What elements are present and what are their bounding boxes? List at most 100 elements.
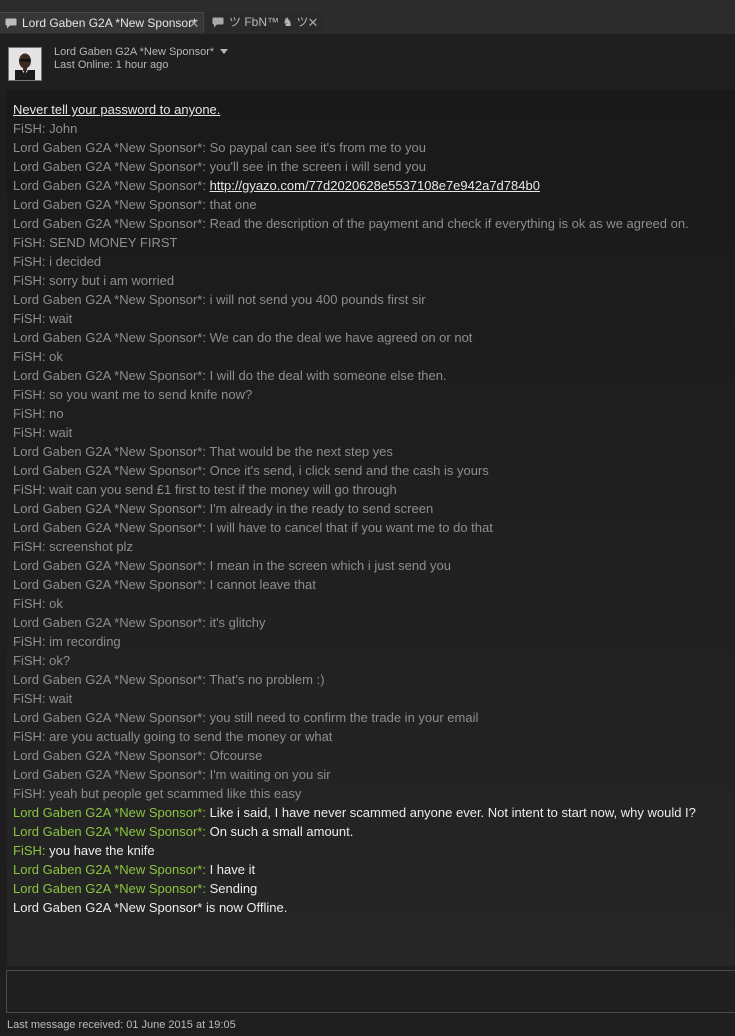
chat-message: FiSH: wait [13,689,735,708]
chat-message: Lord Gaben G2A *New Sponsor*: On such a … [13,822,735,841]
message-sender[interactable]: Lord Gaben G2A *New Sponsor* [13,672,202,687]
message-sender[interactable]: FiSH [13,425,42,440]
avatar[interactable] [8,47,42,81]
message-sender[interactable]: Lord Gaben G2A *New Sponsor* [13,615,202,630]
message-text: I will have to cancel that if you want m… [209,520,493,535]
tab-bar: Lord Gaben G2A *New Sponsor* ✕ ツ FbN™ ♞ … [0,0,735,34]
message-sender[interactable]: Lord Gaben G2A *New Sponsor* [13,140,202,155]
message-text: im recording [49,634,121,649]
message-text: wait [49,425,73,440]
chat-message: Lord Gaben G2A *New Sponsor*: I have it [13,860,735,879]
chat-message: Lord Gaben G2A *New Sponsor*: it's glitc… [13,613,735,632]
message-text: I'm waiting on you sir [209,767,331,782]
sender-separator: : [202,767,210,782]
message-sender[interactable]: FiSH [13,387,42,402]
message-text: That would be the next step yes [209,444,393,459]
message-sender[interactable]: Lord Gaben G2A *New Sponsor* [13,881,202,896]
message-text: Read the description of the payment and … [209,216,689,231]
message-sender[interactable]: FiSH [13,596,42,611]
message-text: you'll see in the screen i will send you [209,159,426,174]
message-text: wait [49,691,73,706]
message-text: SEND MONEY FIRST [49,235,178,250]
close-icon[interactable]: ✕ [188,13,200,33]
tab-label: ツ FbN™ ♞ ツ [229,15,309,29]
sender-separator: : [202,824,210,839]
message-sender[interactable]: FiSH [13,254,42,269]
message-link[interactable]: http://gyazo.com/77d2020628e5537108e7e94… [210,178,540,193]
message-sender[interactable]: FiSH [13,121,42,136]
message-text: no [49,406,64,421]
tab-fbn[interactable]: ツ FbN™ ♞ ツ ✕ [206,12,323,33]
sender-separator: : [202,501,210,516]
chat-message: Lord Gaben G2A *New Sponsor*: I will do … [13,366,735,385]
message-sender[interactable]: FiSH [13,786,42,801]
message-sender[interactable]: FiSH [13,406,42,421]
message-sender[interactable]: FiSH [13,482,42,497]
message-sender[interactable]: Lord Gaben G2A *New Sponsor* [13,159,202,174]
message-sender[interactable]: FiSH [13,235,42,250]
message-sender[interactable]: Lord Gaben G2A *New Sponsor* [13,862,202,877]
message-sender[interactable]: FiSH [13,634,42,649]
chat-message: Lord Gaben G2A *New Sponsor*: Sending [13,879,735,898]
message-text: On such a small amount. [209,824,354,839]
message-text: i decided [49,254,102,269]
sender-separator: : [202,748,210,763]
message-sender[interactable]: FiSH [13,539,42,554]
chat-message: Lord Gaben G2A *New Sponsor*: Like i sai… [13,803,735,822]
chat-message: Lord Gaben G2A *New Sponsor*: I mean in … [13,556,735,575]
chat-message: FiSH: wait [13,423,735,442]
message-text: yeah but people get scammed like this ea… [49,786,302,801]
chat-message: Lord Gaben G2A *New Sponsor*: That's no … [13,670,735,689]
message-sender[interactable]: Lord Gaben G2A *New Sponsor* [13,710,202,725]
chevron-down-icon[interactable] [220,49,228,54]
chat-message: FiSH: wait can you send £1 first to test… [13,480,735,499]
message-sender[interactable]: Lord Gaben G2A *New Sponsor* [13,501,202,516]
message-text: Sending [209,881,258,896]
message-sender[interactable]: Lord Gaben G2A *New Sponsor* [13,463,202,478]
message-text: I mean in the screen which i just send y… [209,558,451,573]
sender-separator: : [202,463,210,478]
message-sender[interactable]: Lord Gaben G2A *New Sponsor* [13,577,202,592]
message-list: FiSH: John Lord Gaben G2A *New Sponsor*: … [13,119,735,898]
friend-name[interactable]: Lord Gaben G2A *New Sponsor* [54,46,214,58]
message-sender[interactable]: Lord Gaben G2A *New Sponsor* [13,292,202,307]
message-text: i will not send you 400 pounds first sir [209,292,426,307]
sender-separator: : [202,216,210,231]
message-sender[interactable]: FiSH [13,729,42,744]
message-sender[interactable]: Lord Gaben G2A *New Sponsor* [13,178,202,193]
tab-lord-gaben[interactable]: Lord Gaben G2A *New Sponsor* ✕ [0,12,204,33]
sender-separator: : [202,140,210,155]
message-sender[interactable]: FiSH [13,691,42,706]
message-sender[interactable]: FiSH [13,273,42,288]
message-input[interactable] [6,970,735,1013]
close-icon[interactable]: ✕ [307,12,319,33]
message-text: you still need to confirm the trade in y… [209,710,479,725]
chat-message: Lord Gaben G2A *New Sponsor*: Once it's … [13,461,735,480]
chat-message: Lord Gaben G2A *New Sponsor*: I'm alread… [13,499,735,518]
chat-message: FiSH: screenshot plz [13,537,735,556]
message-sender[interactable]: Lord Gaben G2A *New Sponsor* [13,824,202,839]
chat-message: FiSH: ok? [13,651,735,670]
message-sender[interactable]: Lord Gaben G2A *New Sponsor* [13,805,202,820]
message-sender[interactable]: Lord Gaben G2A *New Sponsor* [13,197,202,212]
message-sender[interactable]: FiSH [13,349,42,364]
message-sender[interactable]: Lord Gaben G2A *New Sponsor* [13,444,202,459]
message-sender[interactable]: Lord Gaben G2A *New Sponsor* [13,216,202,231]
message-sender[interactable]: FiSH [13,843,42,858]
message-sender[interactable]: Lord Gaben G2A *New Sponsor* [13,558,202,573]
chat-message: Lord Gaben G2A *New Sponsor*: you'll see… [13,157,735,176]
message-sender[interactable]: Lord Gaben G2A *New Sponsor* [13,368,202,383]
message-sender[interactable]: Lord Gaben G2A *New Sponsor* [13,767,202,782]
message-sender[interactable]: Lord Gaben G2A *New Sponsor* [13,330,202,345]
message-sender[interactable]: FiSH [13,653,42,668]
chat-bubble-icon [212,17,224,28]
offline-notice: Lord Gaben G2A *New Sponsor* is now Offl… [13,900,288,915]
chat-message: FiSH: SEND MONEY FIRST [13,233,735,252]
chat-log[interactable]: Never tell your password to anyone. FiSH… [7,90,735,966]
message-sender[interactable]: Lord Gaben G2A *New Sponsor* [13,748,202,763]
message-sender[interactable]: Lord Gaben G2A *New Sponsor* [13,520,202,535]
chat-message: Lord Gaben G2A *New Sponsor*: I will hav… [13,518,735,537]
message-sender[interactable]: FiSH [13,311,42,326]
chat-message: Lord Gaben G2A *New Sponsor*: that one [13,195,735,214]
message-text: Once it's send, i click send and the cas… [209,463,489,478]
